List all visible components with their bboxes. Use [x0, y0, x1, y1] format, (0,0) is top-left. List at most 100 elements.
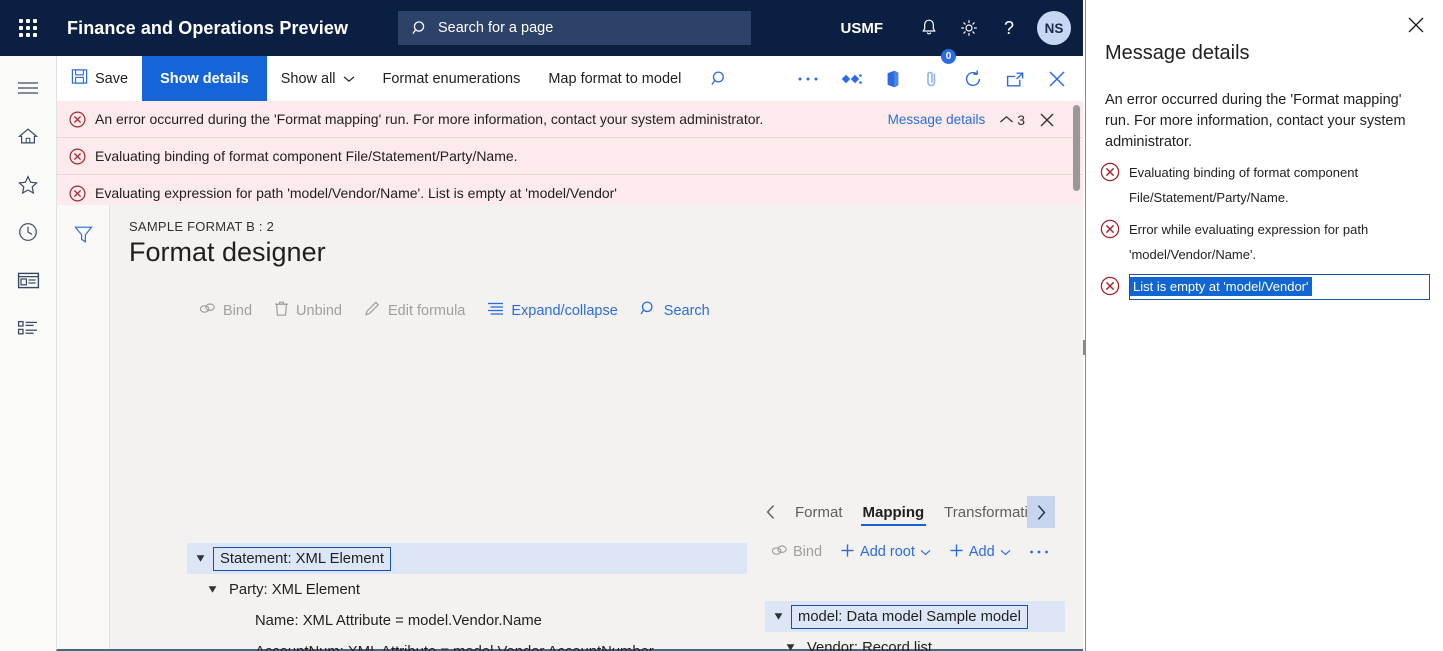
search-icon: [640, 300, 657, 321]
mapping-add-root-label: Add root: [860, 544, 915, 560]
workspaces-icon[interactable]: [0, 256, 56, 304]
format-edit-formula-button[interactable]: Edit formula: [364, 300, 465, 321]
message-details-close-icon[interactable]: [1403, 12, 1429, 38]
search-icon: [412, 20, 429, 37]
chevron-down-icon: [920, 544, 931, 560]
format-bind-label: Bind: [223, 302, 253, 319]
mapping-add-root-button[interactable]: Add root: [840, 543, 931, 562]
format-tree-row[interactable]: AccountNum: XML Attribute = model.Vendor…: [187, 636, 747, 651]
message-bar-close-icon[interactable]: [1039, 112, 1055, 128]
top-navigation-bar: Finance and Operations Preview Search fo…: [0, 0, 1083, 56]
caret-expanded-icon[interactable]: [199, 584, 225, 595]
error-icon: [1100, 276, 1120, 301]
left-navigation-rail: [0, 56, 56, 651]
tabs-prev-button[interactable]: [757, 497, 785, 527]
app-launcher-icon[interactable]: [0, 0, 56, 56]
message-row[interactable]: Evaluating binding of format component F…: [57, 138, 1083, 175]
overflow-ellipsis-icon[interactable]: [786, 56, 830, 101]
format-tree-row[interactable]: Statement: XML Element: [187, 543, 747, 574]
show-all-button[interactable]: Show all: [267, 56, 369, 101]
settings-gear-icon[interactable]: [949, 0, 989, 56]
message-count: 3: [1017, 111, 1025, 128]
message-details-title: Message details: [1105, 42, 1250, 64]
error-icon: [1100, 219, 1120, 244]
global-search-box[interactable]: Search for a page: [398, 11, 751, 45]
open-in-office-icon[interactable]: [874, 56, 912, 101]
close-icon[interactable]: [1036, 56, 1083, 101]
format-tree-row[interactable]: Party: XML Element: [187, 574, 747, 605]
message-details-summary: An error occurred during the 'Format map…: [1105, 92, 1406, 150]
filter-funnel-icon[interactable]: [57, 219, 110, 249]
command-search-icon[interactable]: [695, 56, 745, 101]
save-button[interactable]: Save: [57, 56, 142, 101]
show-details-label: Show details: [160, 70, 249, 87]
message-text: Evaluating expression for path 'model/Ve…: [95, 185, 617, 201]
message-details-item-selected[interactable]: List is empty at 'model/Vendor': [1100, 274, 1430, 301]
message-actions: Message details 3: [888, 101, 1055, 138]
home-icon[interactable]: [0, 112, 56, 160]
format-expand-collapse-button[interactable]: Expand/collapse: [487, 301, 618, 320]
nav-hamburger-icon[interactable]: [0, 64, 56, 112]
format-tree-row[interactable]: Name: XML Attribute = model.Vendor.Name: [187, 605, 747, 636]
popout-icon[interactable]: [994, 56, 1036, 101]
help-question-icon[interactable]: ?: [989, 0, 1029, 56]
format-search-label: Search: [663, 302, 710, 319]
attachments-count-badge: 0: [941, 49, 956, 64]
notifications-bell-icon[interactable]: [909, 0, 949, 56]
message-details-item-text: Evaluating binding of format component F…: [1129, 165, 1359, 205]
favorites-star-icon[interactable]: [0, 160, 56, 208]
message-details-item[interactable]: Evaluating binding of format component F…: [1100, 160, 1430, 210]
message-row[interactable]: An error occurred during the 'Format map…: [57, 101, 1083, 138]
message-details-link[interactable]: Message details: [888, 112, 986, 127]
filter-column: [57, 205, 110, 649]
model-tree-row[interactable]: Vendor: Record list: [765, 632, 1065, 651]
message-row[interactable]: Evaluating expression for path 'model/Ve…: [57, 175, 1083, 205]
mapping-add-button[interactable]: Add: [949, 543, 1011, 562]
caret-expanded-icon[interactable]: [187, 553, 213, 564]
tabs-next-button[interactable]: [1027, 496, 1056, 528]
format-tree-label: Statement: XML Element: [213, 546, 391, 571]
format-enumerations-button[interactable]: Format enumerations: [369, 56, 535, 101]
share-diamond-icon[interactable]: [830, 56, 874, 101]
mapping-panel: Format Mapping Transformations Bind: [757, 491, 1101, 651]
model-tree: model: Data model Sample model Vendor: R…: [765, 601, 1065, 651]
format-search-button[interactable]: Search: [640, 300, 710, 321]
mapping-overflow-ellipsis-icon[interactable]: [1029, 548, 1049, 556]
refresh-icon[interactable]: [952, 56, 994, 101]
tab-transformations[interactable]: Transformations: [934, 491, 1027, 533]
message-collapse-toggle[interactable]: 3: [999, 112, 1025, 128]
list-lines-icon: [487, 301, 504, 320]
message-details-item[interactable]: Error while evaluating expression for pa…: [1100, 217, 1430, 267]
save-icon: [71, 68, 88, 89]
caret-expanded-icon[interactable]: [765, 611, 791, 622]
show-details-button[interactable]: Show details: [142, 56, 267, 101]
tab-mapping[interactable]: Mapping: [853, 491, 935, 533]
tab-format[interactable]: Format: [785, 491, 853, 533]
mapping-bind-label: Bind: [793, 544, 823, 560]
format-bind-button[interactable]: Bind: [199, 301, 252, 320]
mapping-bind-button[interactable]: Bind: [771, 543, 822, 562]
company-selector[interactable]: USMF: [841, 20, 884, 37]
message-details-item-text-wrap: List is empty at 'model/Vendor': [1129, 274, 1430, 300]
link-icon: [199, 301, 216, 320]
user-avatar[interactable]: NS: [1037, 11, 1071, 45]
map-format-to-model-button[interactable]: Map format to model: [534, 56, 695, 101]
show-all-label: Show all: [280, 70, 336, 87]
caret-expanded-icon[interactable]: [777, 642, 803, 651]
error-icon: [69, 184, 86, 202]
format-unbind-button[interactable]: Unbind: [274, 300, 342, 321]
page-header: SAMPLE FORMAT B : 2 Format designer: [129, 219, 326, 268]
modules-list-icon[interactable]: [0, 304, 56, 352]
chevron-down-icon: [1000, 544, 1011, 560]
plus-icon: [840, 543, 855, 562]
message-bar-scrollbar[interactable]: [1073, 105, 1080, 191]
model-tree-row[interactable]: model: Data model Sample model: [765, 601, 1065, 632]
format-tree-label: Name: XML Attribute = model.Vendor.Name: [255, 612, 542, 629]
mapping-toolbar: Bind Add root Add: [757, 533, 1084, 571]
trash-icon: [274, 300, 289, 321]
recent-clock-icon[interactable]: [0, 208, 56, 256]
error-icon: [69, 147, 86, 165]
message-bar: An error occurred during the 'Format map…: [56, 101, 1083, 205]
app-root: Finance and Operations Preview Search fo…: [0, 0, 1443, 651]
attachments-icon[interactable]: 0: [912, 49, 956, 101]
